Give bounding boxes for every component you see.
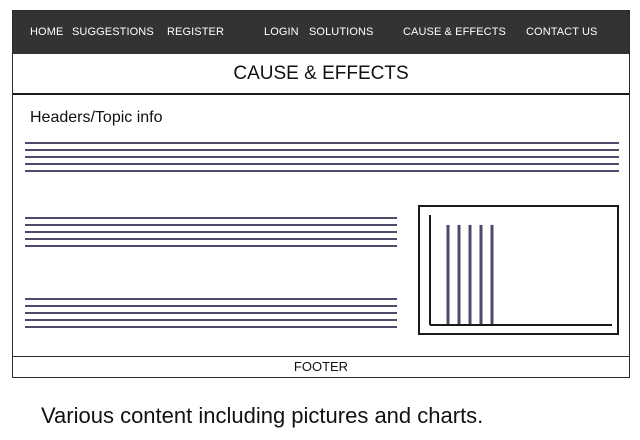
text-placeholder-line <box>25 326 397 328</box>
chart-bar <box>446 224 450 324</box>
text-placeholder-block-middle <box>25 217 397 251</box>
text-placeholder-line <box>25 305 397 307</box>
text-placeholder-block-bottom <box>25 298 397 332</box>
text-placeholder-line <box>25 319 397 321</box>
nav-cause-effects-link[interactable]: CAUSE & EFFECTS <box>403 11 506 54</box>
topic-heading: Headers/Topic info <box>30 109 163 126</box>
page-title: CAUSE & EFFECTS <box>233 63 409 84</box>
text-placeholder-line <box>25 224 397 226</box>
footer-label: FOOTER <box>293 359 349 374</box>
text-placeholder-line <box>25 163 619 165</box>
chart-bar <box>468 224 472 324</box>
text-placeholder-block-top <box>25 142 619 176</box>
text-placeholder-line <box>25 245 397 247</box>
page-title-bar: CAUSE & EFFECTS <box>13 54 629 95</box>
chart-bar <box>490 224 494 324</box>
nav-home-link[interactable]: HOME <box>30 11 63 54</box>
chart-placeholder <box>418 205 619 335</box>
text-placeholder-line <box>25 142 619 144</box>
text-placeholder-line <box>25 238 397 240</box>
page-footer: FOOTER <box>13 356 629 377</box>
text-placeholder-line <box>25 312 397 314</box>
nav-login-link[interactable]: LOGIN <box>264 11 299 54</box>
chart-bar <box>457 224 461 324</box>
nav-suggestions-link[interactable]: SUGGESTIONS <box>72 11 154 54</box>
top-navigation-bar: HOME SUGGESTIONS REGISTER LOGIN SOLUTION… <box>13 11 629 54</box>
text-placeholder-line <box>25 217 397 219</box>
wireframe-frame: HOME SUGGESTIONS REGISTER LOGIN SOLUTION… <box>12 10 630 378</box>
text-placeholder-line <box>25 156 619 158</box>
nav-contact-us-link[interactable]: CONTACT US <box>526 11 598 54</box>
nav-solutions-link[interactable]: SOLUTIONS <box>309 11 373 54</box>
text-placeholder-line <box>25 298 397 300</box>
wireframe-caption: Various content including pictures and c… <box>41 403 484 428</box>
bar-chart <box>429 215 612 326</box>
text-placeholder-line <box>25 170 619 172</box>
chart-bar <box>479 224 483 324</box>
nav-register-link[interactable]: REGISTER <box>167 11 224 54</box>
text-placeholder-line <box>25 149 619 151</box>
text-placeholder-line <box>25 231 397 233</box>
